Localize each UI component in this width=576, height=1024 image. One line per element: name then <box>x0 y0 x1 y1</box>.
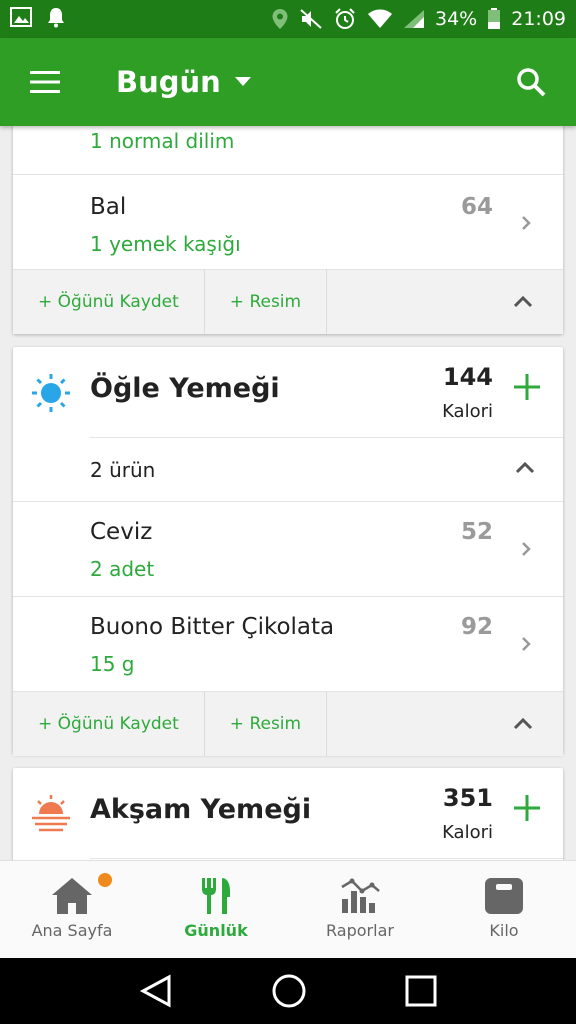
item-count-row[interactable]: 2 ürün <box>13 438 563 502</box>
collapse-button[interactable] <box>483 270 563 334</box>
dropdown-arrow-icon <box>234 77 251 86</box>
image-notification-icon <box>10 7 32 31</box>
app-bar: Bugün <box>0 38 576 126</box>
chevron-up-icon <box>513 718 533 730</box>
system-navigation-bar <box>0 958 576 1024</box>
scale-icon <box>485 878 523 914</box>
diary-content[interactable]: 1 normal dilim Bal 1 yemek kaşığı 64 + Ö… <box>0 126 576 860</box>
page-title: Bugün <box>116 65 221 99</box>
meal-title: Öğle Yemeği <box>90 373 280 404</box>
nav-label: Günlük <box>184 921 248 940</box>
chart-icon <box>341 878 380 913</box>
food-calories: 92 <box>460 614 493 640</box>
search-button[interactable] <box>486 38 576 126</box>
wifi-icon <box>367 9 393 29</box>
food-amount: 2 adet <box>90 557 155 581</box>
nav-home[interactable]: Ana Sayfa <box>0 861 144 958</box>
meal-header[interactable]: Öğle Yemeği 144 Kalori <box>13 347 563 437</box>
divider <box>90 858 563 859</box>
add-food-button[interactable] <box>513 794 541 822</box>
meal-card-dinner: Akşam Yemeği 351 Kalori <box>13 768 563 860</box>
date-selector[interactable]: Bugün <box>116 65 251 99</box>
chevron-right-icon <box>522 542 531 556</box>
meal-calories: 144 <box>442 363 493 391</box>
add-photo-button[interactable]: + Resim <box>205 692 328 756</box>
add-food-button[interactable] <box>513 373 541 401</box>
home-icon <box>52 878 92 914</box>
food-name: Bal <box>90 194 127 220</box>
mute-icon <box>299 8 323 30</box>
sun-icon <box>32 374 70 412</box>
meal-header[interactable]: Akşam Yemeği 351 Kalori <box>13 768 563 858</box>
food-amount: 1 normal dilim <box>90 129 235 153</box>
recent-apps-icon[interactable] <box>405 975 437 1007</box>
sunset-icon <box>32 795 70 832</box>
food-calories: 64 <box>460 194 493 220</box>
alarm-icon <box>333 7 357 31</box>
chevron-up-icon <box>515 462 535 474</box>
search-icon <box>517 68 546 97</box>
list-item[interactable]: 1 normal dilim <box>13 126 563 175</box>
chevron-up-icon <box>513 296 533 308</box>
meal-calories-label: Kalori <box>442 401 493 422</box>
signal-icon <box>403 9 425 29</box>
meal-actions: + Öğünü Kaydet + Resim <box>13 270 563 334</box>
nav-diary[interactable]: Günlük <box>144 861 288 958</box>
meal-card-previous: 1 normal dilim Bal 1 yemek kaşığı 64 + Ö… <box>13 126 563 334</box>
nav-label: Ana Sayfa <box>31 921 113 940</box>
meal-calories: 351 <box>442 784 493 812</box>
add-photo-button[interactable]: + Resim <box>205 270 328 334</box>
list-item[interactable]: Buono Bitter Çikolata 15 g 92 <box>13 597 563 692</box>
item-count: 2 ürün <box>90 458 156 482</box>
food-calories: 52 <box>460 519 493 545</box>
nav-weight[interactable]: Kilo <box>432 861 576 958</box>
notification-dot <box>98 873 112 887</box>
home-circle-icon[interactable] <box>271 973 307 1009</box>
food-amount: 1 yemek kaşığı <box>90 232 241 256</box>
collapse-button[interactable] <box>483 692 563 756</box>
menu-button[interactable] <box>0 38 90 126</box>
list-item[interactable]: Bal 1 yemek kaşığı 64 <box>13 175 563 270</box>
hamburger-icon <box>30 71 60 93</box>
back-icon[interactable] <box>139 974 173 1008</box>
save-meal-button[interactable]: + Öğünü Kaydet <box>13 692 205 756</box>
bell-icon <box>46 6 66 32</box>
meal-actions: + Öğünü Kaydet + Resim <box>13 692 563 756</box>
clock: 21:09 <box>511 8 566 30</box>
meal-card-lunch: Öğle Yemeği 144 Kalori 2 ürün Ceviz 2 ad… <box>13 347 563 756</box>
food-name: Buono Bitter Çikolata <box>90 614 335 640</box>
status-bar: 34% 21:09 <box>0 0 576 38</box>
chevron-right-icon <box>522 637 531 651</box>
food-name: Ceviz <box>90 519 153 545</box>
nav-label: Raporlar <box>326 921 394 940</box>
meal-title: Akşam Yemeği <box>90 794 312 825</box>
nav-reports[interactable]: Raporlar <box>288 861 432 958</box>
location-icon <box>271 8 289 30</box>
battery-percent: 34% <box>435 8 478 30</box>
battery-icon <box>487 8 501 30</box>
bottom-navigation: Ana Sayfa Günlük Raporlar Kilo <box>0 860 576 958</box>
list-item[interactable]: Ceviz 2 adet 52 <box>13 502 563 597</box>
save-meal-button[interactable]: + Öğünü Kaydet <box>13 270 205 334</box>
fork-knife-icon <box>202 878 230 914</box>
meal-calories-label: Kalori <box>442 822 493 843</box>
nav-label: Kilo <box>489 921 519 940</box>
chevron-right-icon <box>522 216 531 230</box>
food-amount: 15 g <box>90 652 135 676</box>
